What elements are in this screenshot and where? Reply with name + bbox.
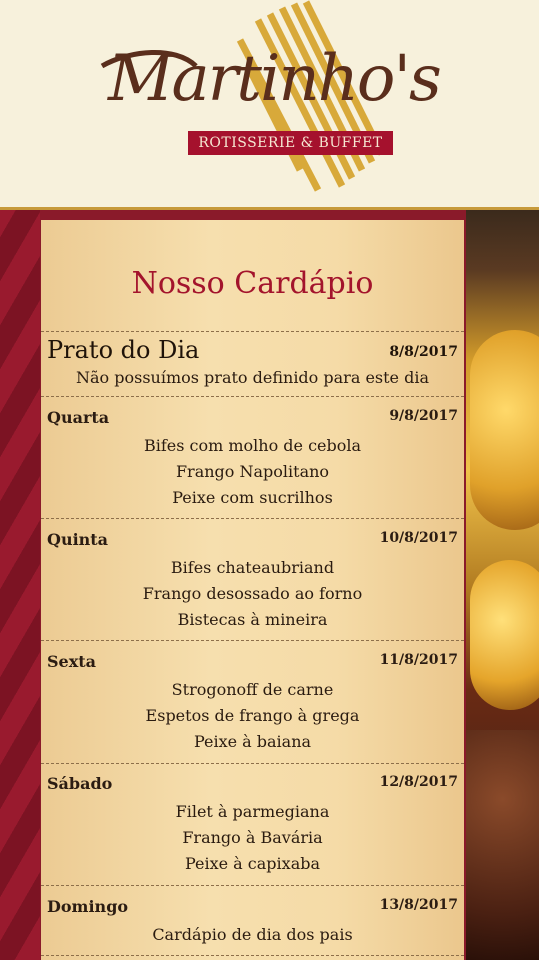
menu-item: Filet à parmegiana <box>175 802 330 821</box>
header: Martinho's ROTISSERIE & BUFFET <box>0 0 539 210</box>
divider <box>41 518 464 519</box>
day-date: 12/8/2017 <box>379 774 458 790</box>
day-name: Quinta <box>47 530 109 549</box>
food-potato-image <box>470 330 539 530</box>
brand-logo-wordmark: Martinho's <box>108 42 442 116</box>
left-decor-stripes <box>0 210 40 960</box>
menu-item: Strogonoff de carne <box>171 680 334 699</box>
menu-title: Nosso Cardápio <box>131 266 374 301</box>
day-date: 13/8/2017 <box>379 897 458 913</box>
day-section-quarta: Quarta 9/8/2017 Bifes com molho de cebol… <box>41 408 464 518</box>
menu-item: Peixe com sucrilhos <box>172 488 333 507</box>
day-name: Sexta <box>47 652 97 671</box>
divider <box>41 396 464 397</box>
menu-item: Peixe à baiana <box>193 732 312 751</box>
menu-item: Frango desossado ao forno <box>142 584 363 603</box>
day-section-quinta: Quinta 10/8/2017 Bifes chateaubriand Fra… <box>41 530 464 640</box>
day-date: 11/8/2017 <box>379 652 458 668</box>
day-date: 10/8/2017 <box>379 530 458 546</box>
prato-do-dia-text: Não possuímos prato definido para este d… <box>75 368 430 387</box>
divider <box>41 331 464 332</box>
prato-do-dia-section: Prato do Dia 8/8/2017 Não possuímos prat… <box>41 336 464 394</box>
day-name: Sábado <box>47 774 113 793</box>
menu-item: Bifes chateaubriand <box>170 558 335 577</box>
food-meat-image <box>466 730 539 960</box>
food-potato-image <box>470 560 539 710</box>
prato-do-dia-label: Prato do Dia <box>47 336 200 364</box>
day-name: Quarta <box>47 408 110 427</box>
menu-item: Bifes com molho de cebola <box>143 436 362 455</box>
menu-item: Peixe à capixaba <box>184 854 321 873</box>
day-section-sabado: Sábado 12/8/2017 Filet à parmegiana Fran… <box>41 774 464 884</box>
brand-subtitle: ROTISSERIE & BUFFET <box>188 131 393 155</box>
menu-item: Frango Napolitano <box>175 462 330 481</box>
day-section-domingo: Domingo 13/8/2017 Cardápio de dia dos pa… <box>41 897 464 957</box>
day-name: Domingo <box>47 897 129 916</box>
day-date: 9/8/2017 <box>389 408 458 424</box>
menu-item: Espetos de frango à grega <box>145 706 360 725</box>
menu-item: Frango à Bavária <box>182 828 323 847</box>
divider <box>41 763 464 764</box>
menu-item: Bistecas à mineira <box>177 610 328 629</box>
divider <box>41 955 464 956</box>
divider <box>41 640 464 641</box>
divider <box>41 885 464 886</box>
day-section-sexta: Sexta 11/8/2017 Strogonoff de carne Espe… <box>41 652 464 762</box>
menu-item: Cardápio de dia dos pais <box>152 925 353 944</box>
prato-do-dia-date: 8/8/2017 <box>389 344 458 360</box>
